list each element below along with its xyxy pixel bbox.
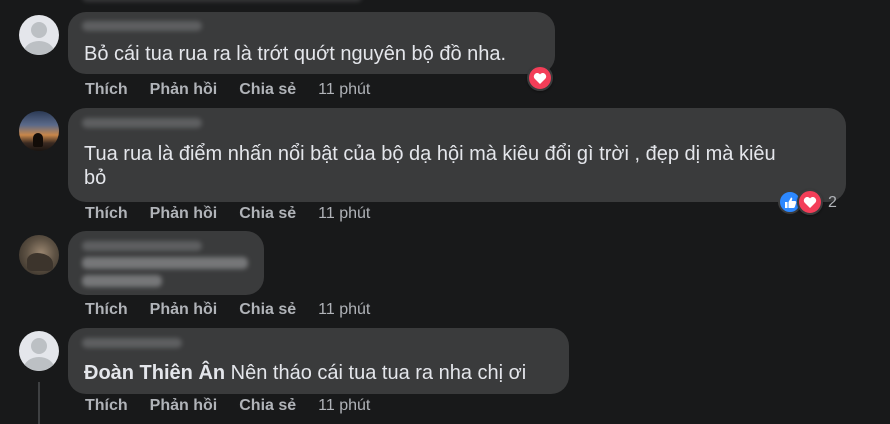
comment-text-blurred (82, 257, 248, 269)
thread-line (38, 382, 40, 424)
comment-time[interactable]: 11 phút (318, 300, 370, 320)
share-button[interactable]: Chia sẻ (239, 80, 296, 100)
author-name-blurred[interactable] (82, 21, 202, 31)
comment-avatar[interactable] (19, 235, 59, 275)
share-button[interactable]: Chia sẻ (239, 396, 296, 416)
thumbs-up-icon (784, 197, 796, 208)
heart-icon (803, 196, 817, 208)
reaction-count[interactable]: 2 (828, 193, 837, 213)
comment-time[interactable]: 11 phút (318, 204, 370, 224)
author-name-blurred[interactable] (82, 338, 182, 348)
comment-time[interactable]: 11 phút (318, 80, 370, 100)
comment-text-blurred (82, 275, 162, 287)
comment-text: Bỏ cái tua rua ra là trớt quớt nguyên bộ… (84, 43, 507, 65)
comment-actions: Thích Phản hồi Chia sẻ 11 phút (85, 204, 370, 224)
comment-actions: Thích Phản hồi Chia sẻ 11 phút (85, 396, 370, 416)
tagged-user[interactable]: Đoàn Thiên Ân (84, 362, 225, 384)
comment-actions: Thích Phản hồi Chia sẻ 11 phút (85, 300, 370, 320)
like-button[interactable]: Thích (85, 80, 128, 100)
comment-bubble: Đoàn Thiên Ân Nên tháo cái tua tua ra nh… (68, 328, 569, 394)
comment-avatar[interactable] (19, 15, 59, 55)
reaction-heart[interactable] (527, 65, 553, 91)
reply-button[interactable]: Phản hồi (150, 300, 218, 320)
comment-text-line: Tua rua là điểm nhấn nổi bật của bộ dạ h… (84, 143, 776, 165)
heart-icon (533, 72, 547, 84)
comment-text-line: bỏ (84, 167, 107, 189)
author-name-blurred[interactable] (82, 118, 202, 128)
comment-bubble: Tua rua là điểm nhấn nổi bật của bộ dạ h… (68, 108, 846, 202)
like-button[interactable]: Thích (85, 396, 128, 416)
comment-actions: Thích Phản hồi Chia sẻ 11 phút (85, 80, 370, 100)
share-button[interactable]: Chia sẻ (239, 204, 296, 224)
reply-button[interactable]: Phản hồi (150, 204, 218, 224)
author-name-blurred[interactable] (82, 241, 202, 251)
comment-avatar[interactable] (19, 331, 59, 371)
share-button[interactable]: Chia sẻ (239, 300, 296, 320)
top-fragment (82, 0, 362, 2)
reply-button[interactable]: Phản hồi (150, 80, 218, 100)
comment-text-body: Nên tháo cái tua tua ra nha chị ơi (230, 362, 527, 384)
reaction-heart[interactable] (797, 189, 823, 215)
comment-bubble: Bỏ cái tua rua ra là trớt quớt nguyên bộ… (68, 12, 555, 74)
comment-avatar[interactable] (19, 111, 59, 151)
like-button[interactable]: Thích (85, 204, 128, 224)
reply-button[interactable]: Phản hồi (150, 396, 218, 416)
comment-bubble (68, 231, 264, 295)
like-button[interactable]: Thích (85, 300, 128, 320)
comment-time[interactable]: 11 phút (318, 396, 370, 416)
comment-text: Đoàn Thiên Ân Nên tháo cái tua tua ra nh… (84, 359, 526, 387)
